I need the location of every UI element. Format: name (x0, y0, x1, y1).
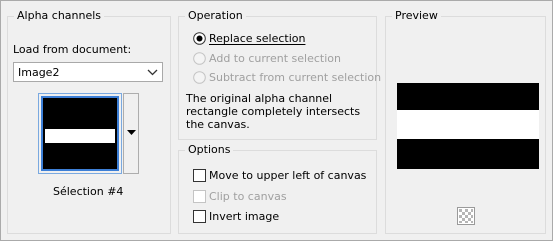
operation-description: The original alpha channel rectangle com… (186, 92, 361, 131)
document-select[interactable]: Image2 (13, 62, 163, 82)
preview-title: Preview (392, 9, 441, 23)
triangle-down-icon (127, 130, 136, 135)
radio-unselected-icon[interactable] (193, 52, 206, 65)
selection-name-label: Sélection #4 (53, 185, 124, 198)
radio-replace-label[interactable]: Replace selection (209, 32, 305, 46)
preview-white-band (397, 110, 539, 139)
channel-dropdown-button[interactable] (123, 93, 139, 174)
option-clip-to-canvas-label[interactable]: Clip to canvas (209, 190, 287, 204)
checkbox-move-upper-left[interactable] (193, 169, 206, 182)
checkbox-clip-to-canvas[interactable] (193, 190, 206, 203)
radio-subtract-label[interactable]: Subtract from current selection (209, 71, 381, 85)
operation-title: Operation (185, 9, 246, 23)
thumbnail-white-band (45, 129, 115, 143)
option-invert-image-label[interactable]: Invert image (209, 210, 279, 224)
preview-image (397, 83, 539, 169)
radio-selected-icon[interactable] (193, 32, 206, 45)
channel-thumbnail[interactable] (41, 96, 119, 171)
checkbox-invert-image[interactable] (193, 210, 206, 223)
options-title: Options (185, 143, 234, 157)
alpha-channels-title: Alpha channels (14, 9, 105, 23)
radio-add-label[interactable]: Add to current selection (209, 52, 341, 66)
option-move-upper-left-label[interactable]: Move to upper left of canvas (209, 169, 366, 183)
radio-unselected-icon[interactable] (193, 71, 206, 84)
document-select-value: Image2 (18, 66, 60, 79)
chevron-down-icon (147, 69, 158, 76)
load-from-document-label: Load from document: (13, 43, 132, 56)
checkerboard-icon[interactable] (457, 207, 475, 225)
